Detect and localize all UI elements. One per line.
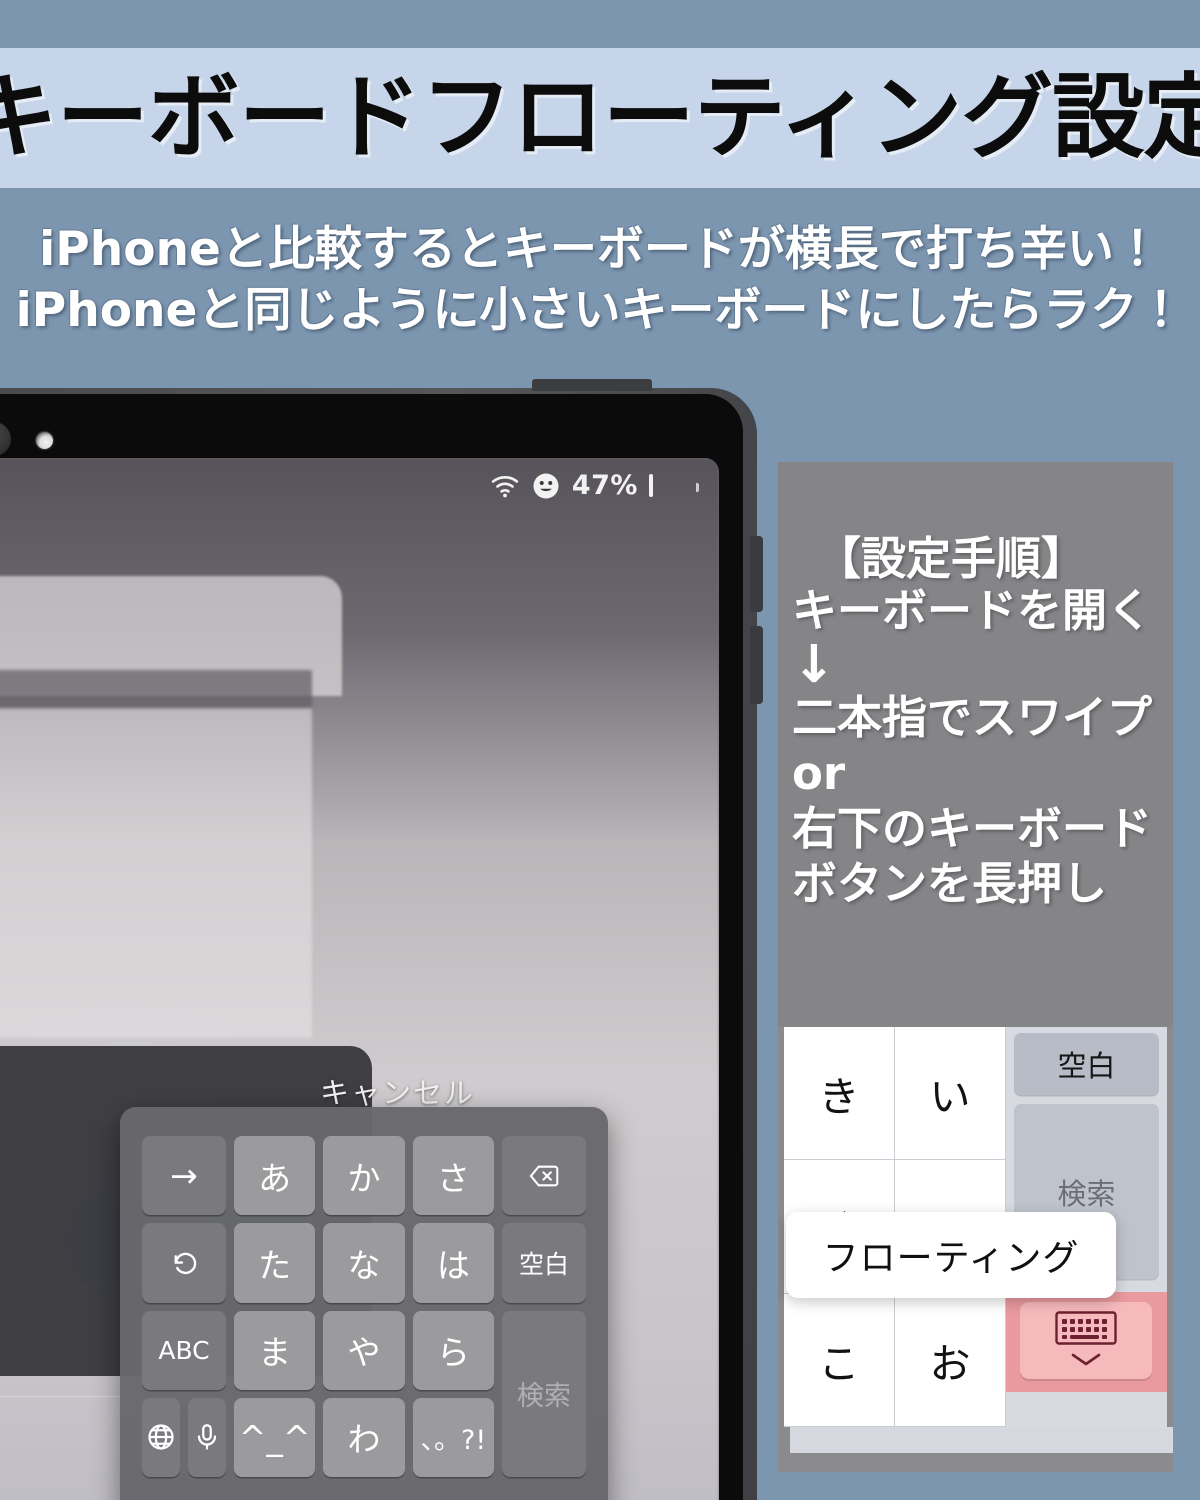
- battery-icon: [649, 474, 699, 497]
- camera-lens-icon: [0, 422, 11, 456]
- key-sa-row[interactable]: さ: [412, 1136, 494, 1216]
- page-title: キーボードフローティング設定: [0, 64, 1200, 171]
- subtitle-line-2: iPhoneと同じように小さいキーボードにしたらラク！: [15, 283, 1185, 338]
- power-button[interactable]: [532, 379, 652, 391]
- keyboard-dismiss-button[interactable]: [1020, 1302, 1152, 1379]
- battery-percent-label: 47%: [571, 470, 638, 501]
- instructions-heading: 【設定手順】: [816, 532, 1087, 585]
- key-ta-row[interactable]: た: [234, 1223, 316, 1303]
- globe-key[interactable]: [142, 1397, 180, 1477]
- key-ya-row[interactable]: や: [323, 1310, 405, 1390]
- status-bar: 47%: [490, 470, 699, 501]
- keyboard-grid: → あ か さ た な は 空白 ABC ま や ら 検索 ^_^ わ 、。?!: [142, 1136, 586, 1477]
- key-ra-row[interactable]: ら: [412, 1310, 494, 1390]
- instruction-step-3-line-1: 右下のキーボード: [792, 802, 1153, 856]
- volume-down-button[interactable]: [750, 626, 763, 704]
- zoom-key-i[interactable]: い: [895, 1027, 1006, 1161]
- poster-root: キーボードフローティング設定 iPhoneと比較するとキーボードが横長で打ち辛い…: [0, 0, 1200, 1500]
- globe-mic-group: [142, 1397, 226, 1477]
- tablet-device: 47% キャンセル → あ か さ た な は 空白 ABC ま や ら 検索 …: [0, 379, 763, 1500]
- abc-key[interactable]: ABC: [142, 1310, 226, 1390]
- title-band: キーボードフローティング設定: [0, 48, 1200, 188]
- keyboard-dismiss-icon: [1055, 1310, 1117, 1349]
- volume-up-button[interactable]: [750, 536, 763, 612]
- zoom-key-ko[interactable]: こ: [784, 1293, 895, 1427]
- zoom-key-ki[interactable]: き: [784, 1027, 895, 1161]
- instruction-step-1: キーボードを開く: [792, 584, 1153, 638]
- tablet-screen: 47% キャンセル → あ か さ た な は 空白 ABC ま や ら 検索 …: [0, 458, 719, 1500]
- instructions-panel: 【設定手順】 キーボードを開く ↓ 二本指でスワイプ or 右下のキーボード ボ…: [778, 462, 1173, 1027]
- tablet-bezel: 47% キャンセル → あ か さ た な は 空白 ABC ま や ら 検索 …: [0, 394, 743, 1500]
- smiley-face-icon: [531, 471, 561, 501]
- punctuation-key[interactable]: 、。?!: [412, 1397, 494, 1477]
- bg-dark-band: [0, 670, 312, 710]
- emoji-key[interactable]: ^_^: [234, 1397, 316, 1477]
- instruction-step-3-line-2: ボタンを長押し: [792, 857, 1108, 911]
- subtitle-block: iPhoneと比較するとキーボードが横長で打ち辛い！ iPhoneと同じように小…: [0, 205, 1200, 355]
- undo-key[interactable]: [142, 1223, 226, 1303]
- search-key[interactable]: 検索: [502, 1310, 586, 1477]
- mic-key[interactable]: [188, 1397, 226, 1477]
- zoom-key-o[interactable]: お: [895, 1293, 1006, 1427]
- key-ha-row[interactable]: は: [412, 1223, 494, 1303]
- zoom-space-key[interactable]: 空白: [1014, 1033, 1159, 1095]
- key-na-row[interactable]: な: [323, 1223, 405, 1303]
- key-a-row[interactable]: あ: [234, 1136, 316, 1216]
- dismiss-highlight-area: [1006, 1292, 1167, 1392]
- keyboard-zoom-panel: き い く う こ お 空白 検索: [778, 1027, 1173, 1472]
- floating-option-popup[interactable]: フローティング: [786, 1212, 1116, 1298]
- wifi-icon: [490, 471, 520, 501]
- bg-sheet-lower: [0, 708, 312, 1038]
- floating-keyboard[interactable]: → あ か さ た な は 空白 ABC ま や ら 検索 ^_^ わ 、。?!: [120, 1107, 608, 1500]
- key-ka-row[interactable]: か: [323, 1136, 405, 1216]
- backspace-key[interactable]: [502, 1136, 586, 1216]
- down-arrow-icon: ↓: [792, 635, 836, 696]
- subtitle-line-1: iPhoneと比較するとキーボードが横長で打ち辛い！: [39, 221, 1161, 277]
- next-candidate-key[interactable]: →: [142, 1136, 226, 1216]
- instruction-or-label: or: [792, 747, 846, 801]
- key-wa-row[interactable]: わ: [323, 1397, 405, 1477]
- space-key[interactable]: 空白: [502, 1223, 586, 1303]
- chevron-down-icon: [1069, 1351, 1103, 1371]
- cancel-button[interactable]: キャンセル: [320, 1070, 475, 1112]
- zoom-keyboard-footer: [790, 1427, 1173, 1453]
- key-ma-row[interactable]: ま: [234, 1310, 316, 1390]
- front-camera-icon: [36, 432, 53, 449]
- zoomed-keyboard: き い く う こ お 空白 検索: [784, 1027, 1173, 1453]
- instruction-step-2: 二本指でスワイプ: [792, 691, 1153, 745]
